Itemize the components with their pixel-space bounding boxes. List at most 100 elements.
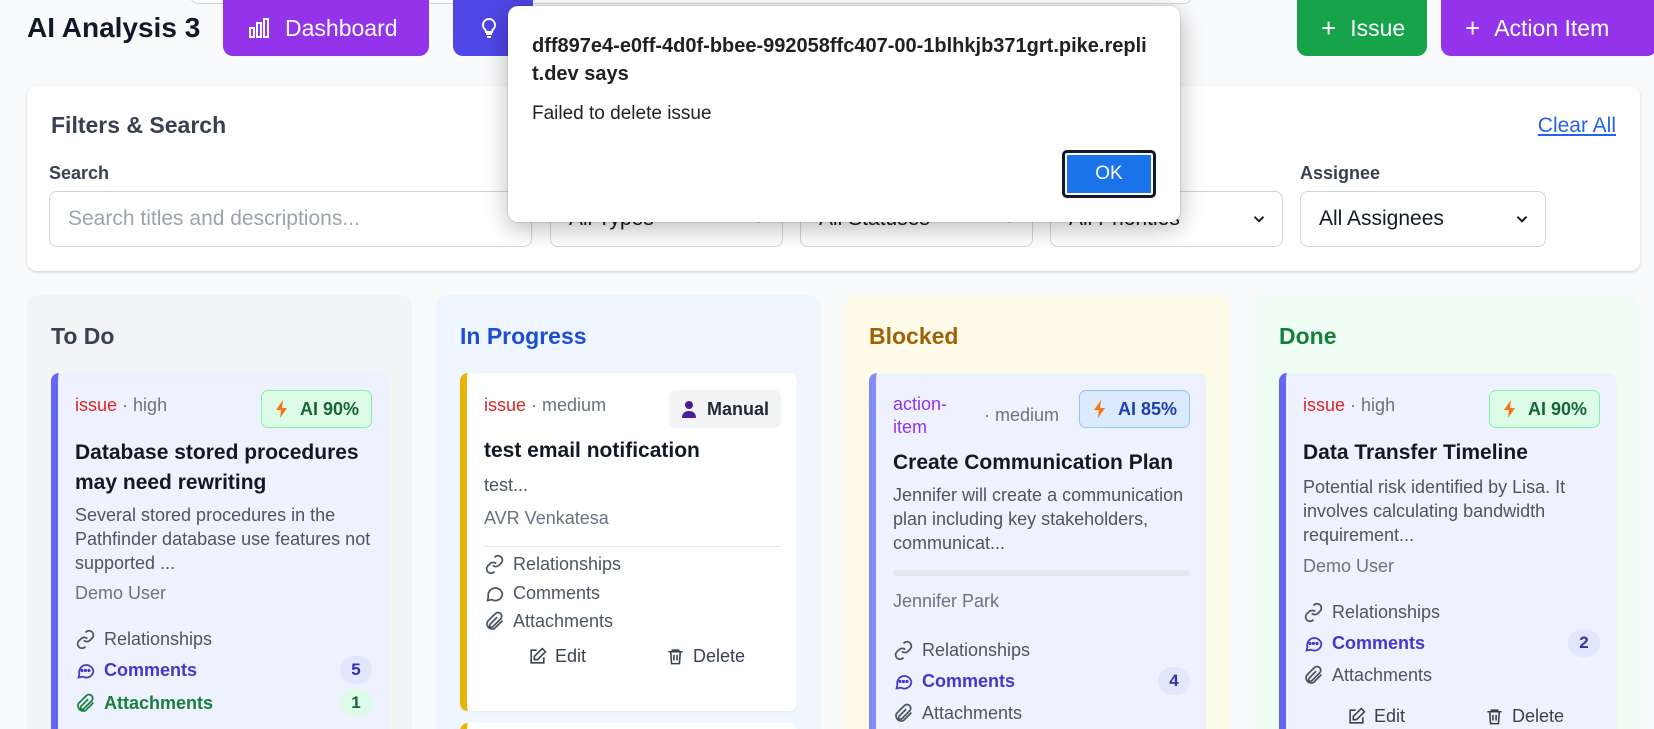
badge-label: AI 85%: [1117, 398, 1177, 419]
add-issue-button[interactable]: + Issue: [1297, 0, 1427, 56]
paperclip-icon: [895, 703, 912, 722]
column-title: In Progress: [460, 323, 587, 349]
comment-icon: [1305, 636, 1323, 652]
card-type: issue: [484, 395, 527, 415]
comments-link[interactable]: Comments 5: [75, 656, 372, 684]
relationships-link[interactable]: Relationships: [75, 625, 372, 653]
delete-button[interactable]: Delete: [1485, 706, 1564, 727]
lightning-icon: [275, 400, 287, 418]
attachments-link[interactable]: Attachments: [893, 699, 1190, 727]
card-owner: Jennifer Park: [893, 591, 1000, 611]
link-icon: [1304, 602, 1323, 622]
card-owner: AVR Venkatesa: [484, 508, 609, 528]
lightbulb-icon: [481, 17, 497, 38]
chevron-down-icon: [1516, 216, 1528, 223]
card-meta: issue · high: [75, 395, 167, 416]
bar-chart-icon: [249, 18, 269, 38]
card-owner: Demo User: [1303, 556, 1395, 576]
card-priority: · medium: [531, 395, 607, 415]
assignee-select[interactable]: All Assignees: [1300, 191, 1546, 247]
card-description: Potential risk identified by Lisa. It in…: [1303, 477, 1566, 545]
trash-icon: [1487, 709, 1502, 725]
card-title: test email notification: [484, 439, 700, 462]
comment-icon: [77, 663, 95, 679]
chevron-down-icon: [1253, 216, 1265, 223]
paperclip-icon: [77, 693, 94, 712]
delete-label: Delete: [693, 646, 746, 666]
clear-all-link[interactable]: Clear All: [1538, 114, 1616, 138]
issue-card[interactable]: issue · high AI 90% Data Transfer Timeli…: [1279, 373, 1616, 729]
issue-card[interactable]: [460, 723, 797, 729]
relationships-link[interactable]: Relationships: [1303, 598, 1600, 626]
card-priority: · high: [122, 395, 168, 415]
card-priority: · medium: [984, 405, 1060, 425]
search-input[interactable]: Search titles and descriptions...: [49, 191, 532, 247]
card-type-line2: item: [893, 417, 928, 437]
card-actions: Edit Delete: [484, 646, 781, 676]
column-title: Blocked: [869, 323, 959, 349]
relationships-label: Relationships: [1332, 601, 1441, 622]
assignee-label: Assignee: [1300, 163, 1381, 183]
divider: [484, 546, 781, 547]
badge-label: AI 90%: [299, 398, 359, 419]
card-type: issue: [1303, 395, 1346, 415]
relationships-link[interactable]: Relationships: [484, 550, 781, 578]
relationships-label: Relationships: [922, 639, 1031, 660]
ai-confidence-badge: AI 90%: [1488, 390, 1600, 428]
manual-badge: Manual: [668, 390, 781, 428]
paperclip-icon: [1305, 665, 1322, 684]
plus-icon: +: [1465, 13, 1481, 43]
card-meta: issue · high: [1303, 395, 1395, 416]
comments-link[interactable]: Comments 4: [893, 667, 1190, 695]
card-title: Create Communication Plan: [893, 451, 1174, 474]
attachments-link[interactable]: Attachments: [484, 607, 781, 635]
delete-label: Delete: [1512, 706, 1565, 726]
dashboard-button[interactable]: Dashboard: [223, 0, 429, 56]
edit-icon: [1349, 707, 1366, 724]
delete-button[interactable]: Delete: [666, 646, 745, 667]
action-item-card[interactable]: action-item · medium AI 85% Create Commu…: [869, 373, 1206, 729]
card-meta: issue · medium: [484, 395, 606, 416]
card-description: test...: [484, 475, 529, 495]
comments-link[interactable]: Comments 2: [1303, 629, 1600, 657]
card-title: Database stored procedures may need rewr…: [75, 441, 359, 494]
add-issue-label: Issue: [1350, 14, 1406, 41]
comments-count: 4: [1158, 667, 1190, 695]
link-icon: [76, 629, 95, 649]
attachments-label: Attachments: [104, 692, 214, 713]
column-title: To Do: [51, 323, 115, 349]
relationships-label: Relationships: [104, 628, 213, 649]
attachments-link[interactable]: Attachments: [1303, 661, 1600, 689]
ai-confidence-badge: AI 90%: [260, 390, 372, 428]
dialog-message: Failed to delete issue: [532, 103, 712, 124]
issue-card[interactable]: issue · high AI 90% Database stored proc…: [51, 373, 388, 729]
attachments-count: 1: [340, 689, 372, 717]
card-type: issue: [75, 395, 118, 415]
trash-icon: [668, 649, 683, 665]
attachments-label: Attachments: [922, 702, 1023, 723]
column-todo: To Do issue · high AI 90% Database store…: [27, 295, 412, 729]
card-description: Several stored procedures in the Pathfin…: [75, 505, 371, 573]
edit-button[interactable]: Edit: [1347, 706, 1405, 727]
alert-dialog: dff897e4-e0ff-4d0f-bbee-992058ffc407-00-…: [508, 6, 1180, 222]
plus-icon: +: [1321, 13, 1337, 43]
badge-label: AI 90%: [1527, 398, 1587, 419]
comments-label: Comments: [104, 659, 198, 680]
ai-confidence-badge: AI 85%: [1078, 390, 1190, 428]
issue-card[interactable]: issue · medium Manual test email notific…: [460, 373, 797, 711]
attachments-label: Attachments: [513, 610, 614, 631]
comments-label: Comments: [1332, 632, 1426, 653]
user-icon: [681, 401, 696, 418]
add-action-item-button[interactable]: + Action Item: [1441, 0, 1654, 56]
attachments-link[interactable]: Attachments 1: [75, 689, 372, 717]
comments-link[interactable]: Comments: [484, 579, 781, 607]
relationships-link[interactable]: Relationships: [893, 636, 1190, 664]
card-type: action-item: [893, 393, 947, 439]
edit-button[interactable]: Edit: [528, 646, 586, 667]
card-priority: · high: [1350, 395, 1396, 415]
badge-label: Manual: [706, 398, 769, 419]
ok-button[interactable]: OK: [1062, 150, 1156, 198]
page-title: AI Analysis 3: [27, 12, 201, 43]
assignee-select-value: All Assignees: [1319, 207, 1444, 230]
link-icon: [485, 554, 504, 574]
